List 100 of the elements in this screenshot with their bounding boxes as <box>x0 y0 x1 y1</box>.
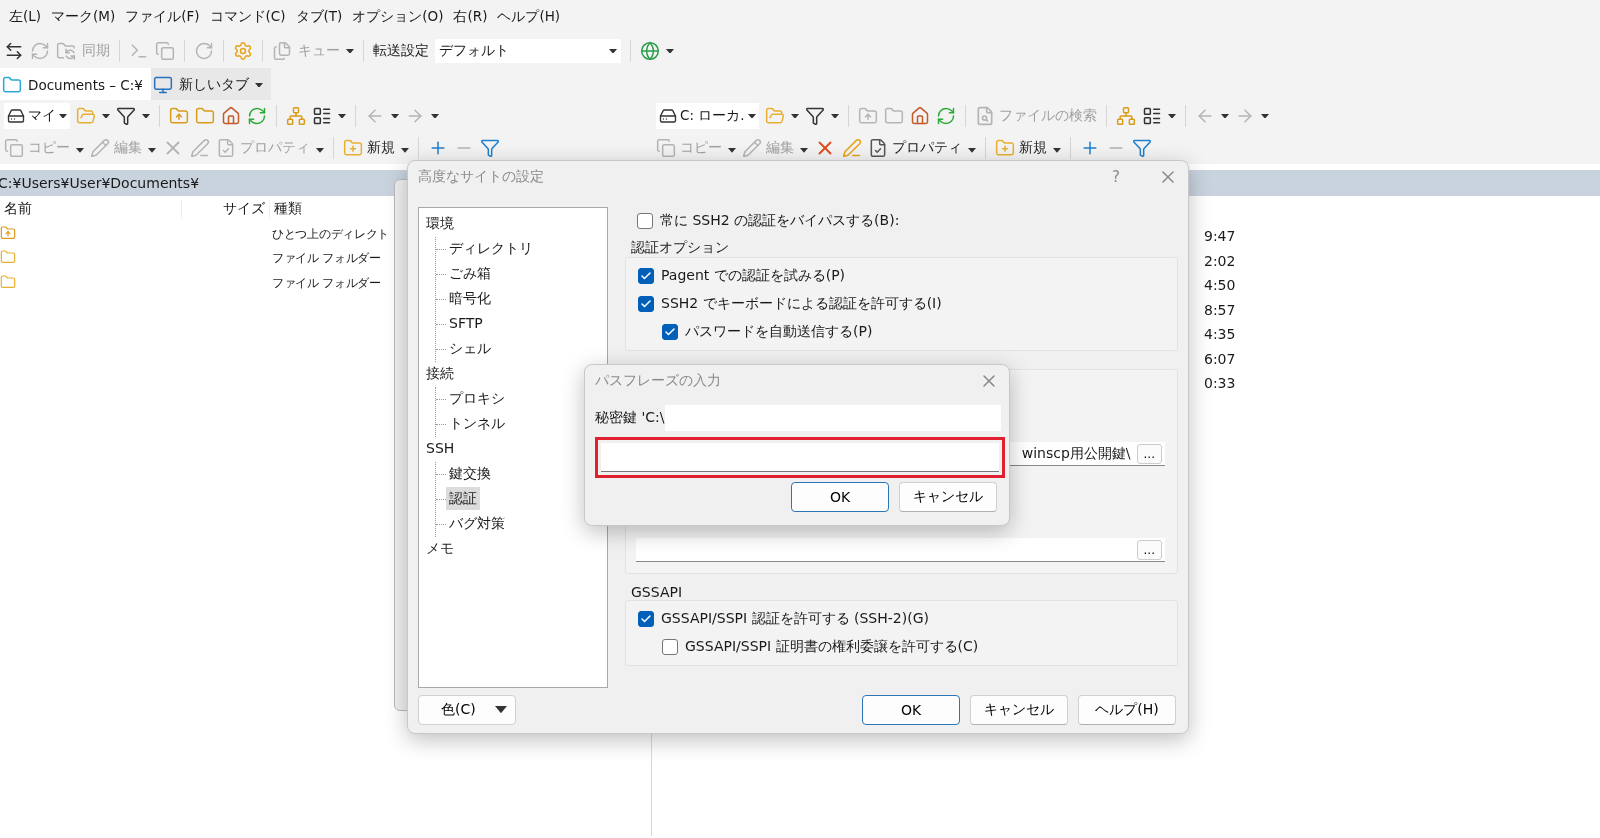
list-view-icon[interactable] <box>1141 106 1162 126</box>
filter-icon[interactable] <box>116 106 136 126</box>
checkbox[interactable] <box>638 296 654 312</box>
column-header[interactable]: 名前 <box>0 200 182 218</box>
caret-icon[interactable] <box>316 148 324 153</box>
tree-item[interactable]: 認証 <box>446 487 480 510</box>
caret-icon[interactable] <box>142 113 150 119</box>
transfer-preset-dropdown[interactable]: デフォルト <box>435 39 621 63</box>
tree-item[interactable]: 暗号化 <box>446 287 494 310</box>
checkbox-label[interactable]: SSH2 でキーボードによる認証を許可する(I) <box>638 290 1177 318</box>
tree-item[interactable]: SFTP <box>446 312 486 335</box>
drive-dropdown[interactable]: マイ <box>4 103 70 129</box>
globe-icon[interactable] <box>640 41 660 61</box>
tree-item[interactable]: SSH <box>423 437 458 460</box>
caret-icon[interactable] <box>1053 148 1061 153</box>
caret-icon[interactable] <box>391 113 399 119</box>
caret-icon[interactable] <box>338 113 346 119</box>
filter-icon[interactable] <box>804 106 825 126</box>
tab[interactable]: 新しいタブ <box>150 68 271 100</box>
tree-item[interactable]: シェル <box>446 337 494 360</box>
command-button[interactable]: 新規 <box>995 138 1047 158</box>
folder-icon <box>0 249 16 266</box>
checkbox[interactable] <box>662 639 678 655</box>
tree-item[interactable]: 鍵交換 <box>446 462 494 485</box>
menu-item[interactable]: マーク(M) <box>46 8 121 26</box>
caret-icon[interactable] <box>76 148 84 153</box>
checkbox[interactable] <box>637 213 653 229</box>
home-icon[interactable] <box>909 106 930 126</box>
checkbox-label[interactable]: パスワードを自動送信する(P) <box>662 318 1177 346</box>
browse-button[interactable]: ... <box>1136 539 1162 560</box>
file-path-field[interactable]: ... <box>636 538 1165 562</box>
caret-icon[interactable] <box>254 82 263 88</box>
color-dropdown-button[interactable]: 色(C) <box>418 695 516 725</box>
pencil-icon <box>90 138 110 158</box>
refresh-icon[interactable] <box>247 106 267 126</box>
monitor-icon[interactable] <box>152 75 173 95</box>
caret-icon[interactable] <box>747 113 756 119</box>
caret-icon[interactable] <box>830 113 839 119</box>
caret-icon[interactable] <box>59 113 67 119</box>
checkbox-label[interactable]: 常に SSH2 の認証をバイパスする(B): <box>637 207 1178 235</box>
tree-item[interactable]: ごみ箱 <box>446 262 494 285</box>
caret-icon[interactable] <box>1260 113 1269 119</box>
caret-icon[interactable] <box>800 148 808 153</box>
passphrase-input[interactable] <box>601 443 999 472</box>
menu-item[interactable]: ファイル(F) <box>120 8 205 26</box>
tree-item[interactable]: 接続 <box>423 362 457 385</box>
menu-item[interactable]: 左(L) <box>4 8 47 26</box>
checkbox[interactable] <box>638 611 654 627</box>
tree-item[interactable]: バグ対策 <box>446 512 508 535</box>
dialog-button[interactable]: OK <box>791 482 889 512</box>
dialog-button[interactable]: キャンセル <box>970 695 1068 725</box>
caret-icon[interactable] <box>431 113 439 119</box>
triangle-icon[interactable] <box>495 706 507 714</box>
menu-item[interactable]: コマンド(C) <box>204 8 291 26</box>
command-button[interactable]: 新規 <box>343 138 395 158</box>
checkbox[interactable] <box>662 324 678 340</box>
caret-icon[interactable] <box>148 148 156 153</box>
caret-icon[interactable] <box>401 148 409 153</box>
checkbox-label[interactable]: Pagent での認証を試みる(P) <box>638 262 1177 290</box>
column-header[interactable]: サイズ <box>182 200 270 218</box>
home-icon[interactable] <box>221 106 241 126</box>
menu-item[interactable]: 右(R) <box>448 8 493 26</box>
tree-icon[interactable] <box>286 106 306 126</box>
caret-icon[interactable] <box>609 48 617 54</box>
refresh-icon[interactable] <box>935 106 956 126</box>
checkbox-label[interactable]: GSSAPI/SSPI 認証を許可する (SSH-2)(G) <box>638 605 1177 633</box>
browse-button[interactable]: ... <box>1136 443 1162 464</box>
tree-item[interactable]: 環境 <box>423 212 457 235</box>
tab[interactable]: Documents – C:¥ <box>0 68 151 100</box>
command-button[interactable]: プロパティ <box>868 138 962 158</box>
caret-icon[interactable] <box>968 148 976 153</box>
caret-icon[interactable] <box>1167 113 1176 119</box>
menu-item[interactable]: ヘルプ(H) <box>492 8 566 26</box>
rename-icon[interactable] <box>842 138 862 158</box>
root-folder-icon[interactable] <box>195 106 215 126</box>
list-view-icon[interactable] <box>312 106 332 126</box>
tree-item[interactable]: メモ <box>423 537 457 560</box>
caret-icon[interactable] <box>666 48 674 54</box>
checkbox-label[interactable]: GSSAPI/SSPI 証明書の権利委譲を許可する(C) <box>662 633 1177 661</box>
compare-icon[interactable] <box>4 41 24 61</box>
folder-icon[interactable] <box>2 75 22 95</box>
tree-item[interactable]: プロキシ <box>446 387 508 410</box>
caret-icon[interactable] <box>1220 113 1229 119</box>
dialog-button[interactable]: キャンセル <box>899 482 997 512</box>
drive-dropdown[interactable]: C: ローカ. <box>656 103 759 129</box>
dialog-button[interactable]: ヘルプ(H) <box>1078 695 1176 725</box>
caret-icon[interactable] <box>728 148 736 153</box>
tree-icon[interactable] <box>1115 106 1136 126</box>
time-cell-text: 4:50 <box>1204 276 1237 295</box>
menu-item[interactable]: オプション(O) <box>347 8 449 26</box>
caret-icon[interactable] <box>790 113 799 119</box>
pencil-icon <box>742 138 762 158</box>
dialog-button[interactable]: OK <box>862 695 960 725</box>
checkbox[interactable] <box>638 268 654 284</box>
tree-item[interactable]: ディレクトリ <box>446 237 536 260</box>
parent-folder-icon[interactable] <box>169 106 189 126</box>
caret-icon[interactable] <box>346 48 354 54</box>
caret-icon[interactable] <box>102 113 110 119</box>
tree-item[interactable]: トンネル <box>446 412 508 435</box>
menu-item[interactable]: タブ(T) <box>290 8 348 26</box>
